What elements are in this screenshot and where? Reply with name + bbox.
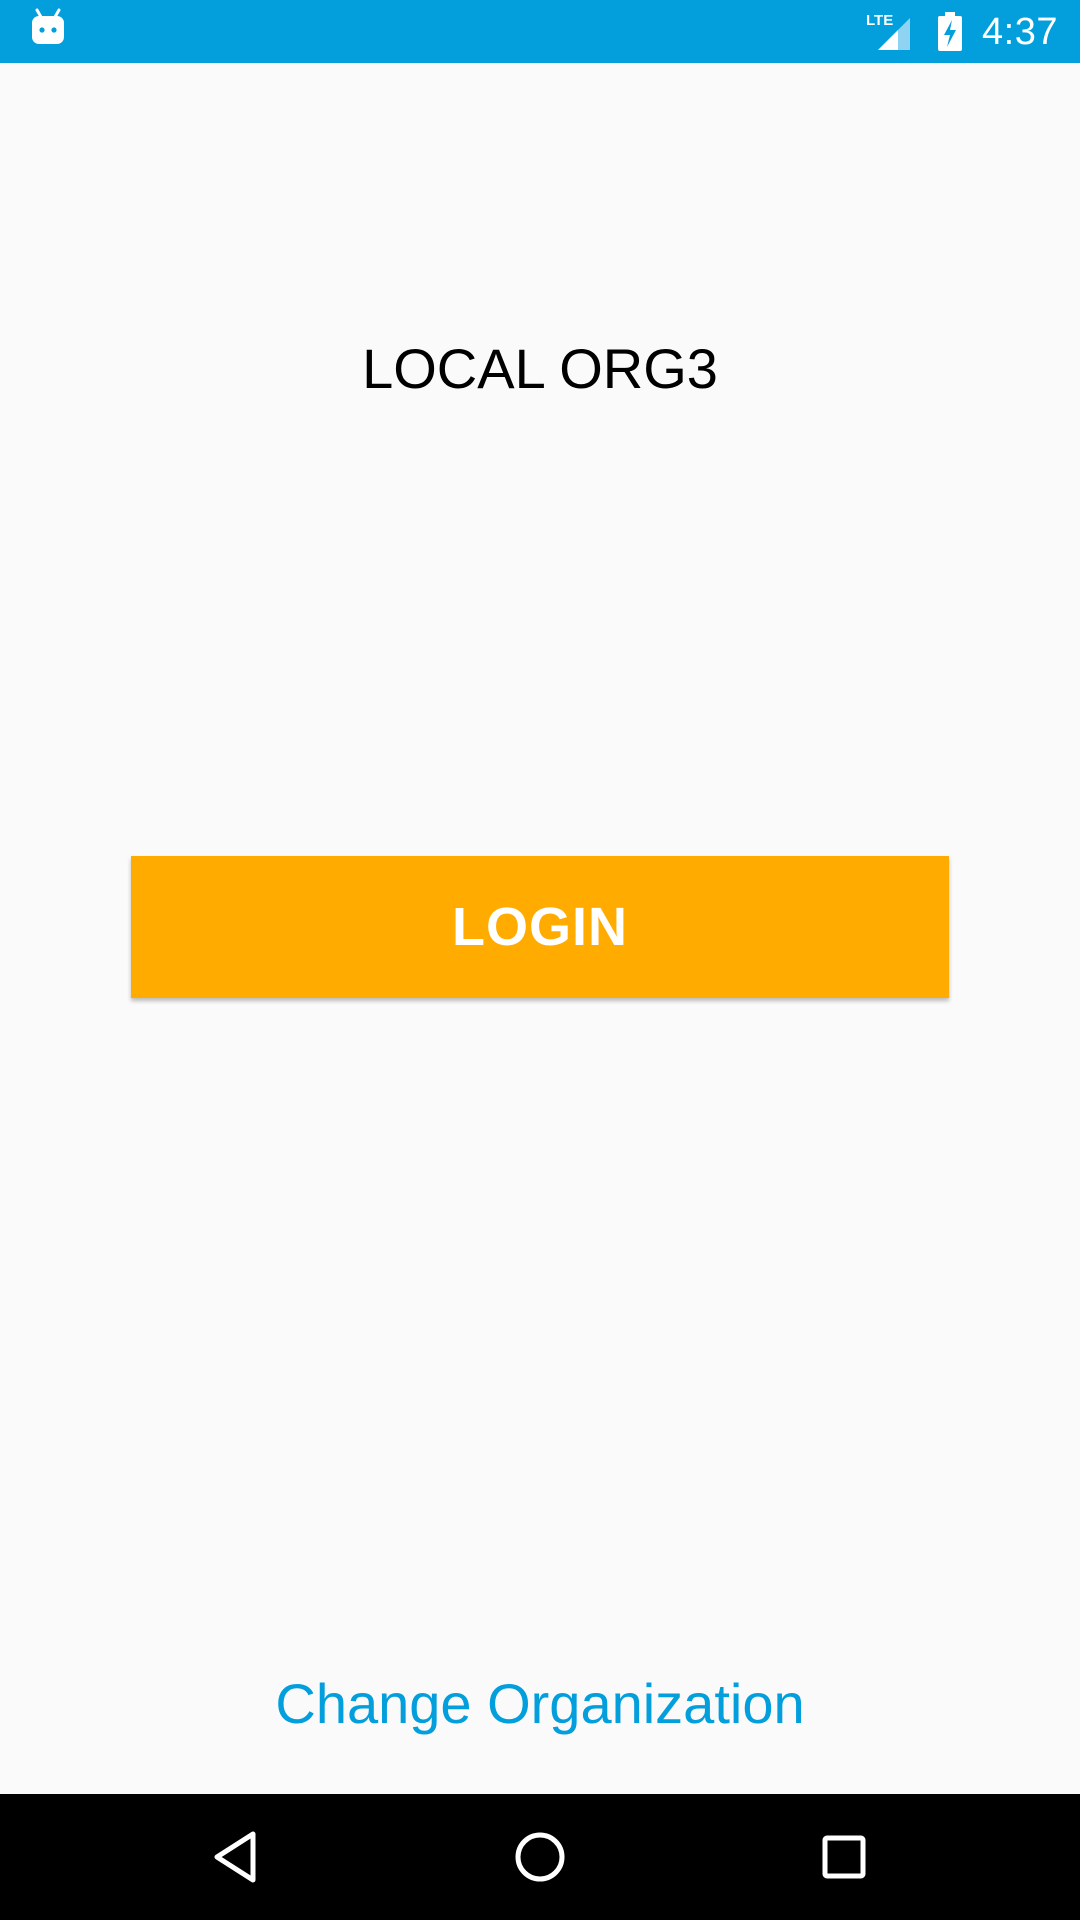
status-bar: LTE 4:37 [0, 0, 1080, 63]
status-icons: LTE 4:37 [866, 0, 1058, 63]
back-icon[interactable] [201, 1822, 271, 1892]
login-button[interactable]: LOGIN [131, 856, 949, 998]
battery-charging-icon [938, 11, 963, 51]
android-icon [32, 8, 64, 44]
recents-icon[interactable] [809, 1822, 879, 1892]
change-organization-link[interactable]: Change Organization [0, 1668, 1080, 1740]
home-icon[interactable] [505, 1822, 575, 1892]
organization-name: LOCAL ORG3 [362, 337, 718, 400]
lte-signal-icon: LTE [866, 12, 911, 50]
navigation-bar [0, 1794, 1080, 1920]
clock: 4:37 [982, 10, 1058, 53]
svg-text:LTE: LTE [866, 12, 893, 29]
